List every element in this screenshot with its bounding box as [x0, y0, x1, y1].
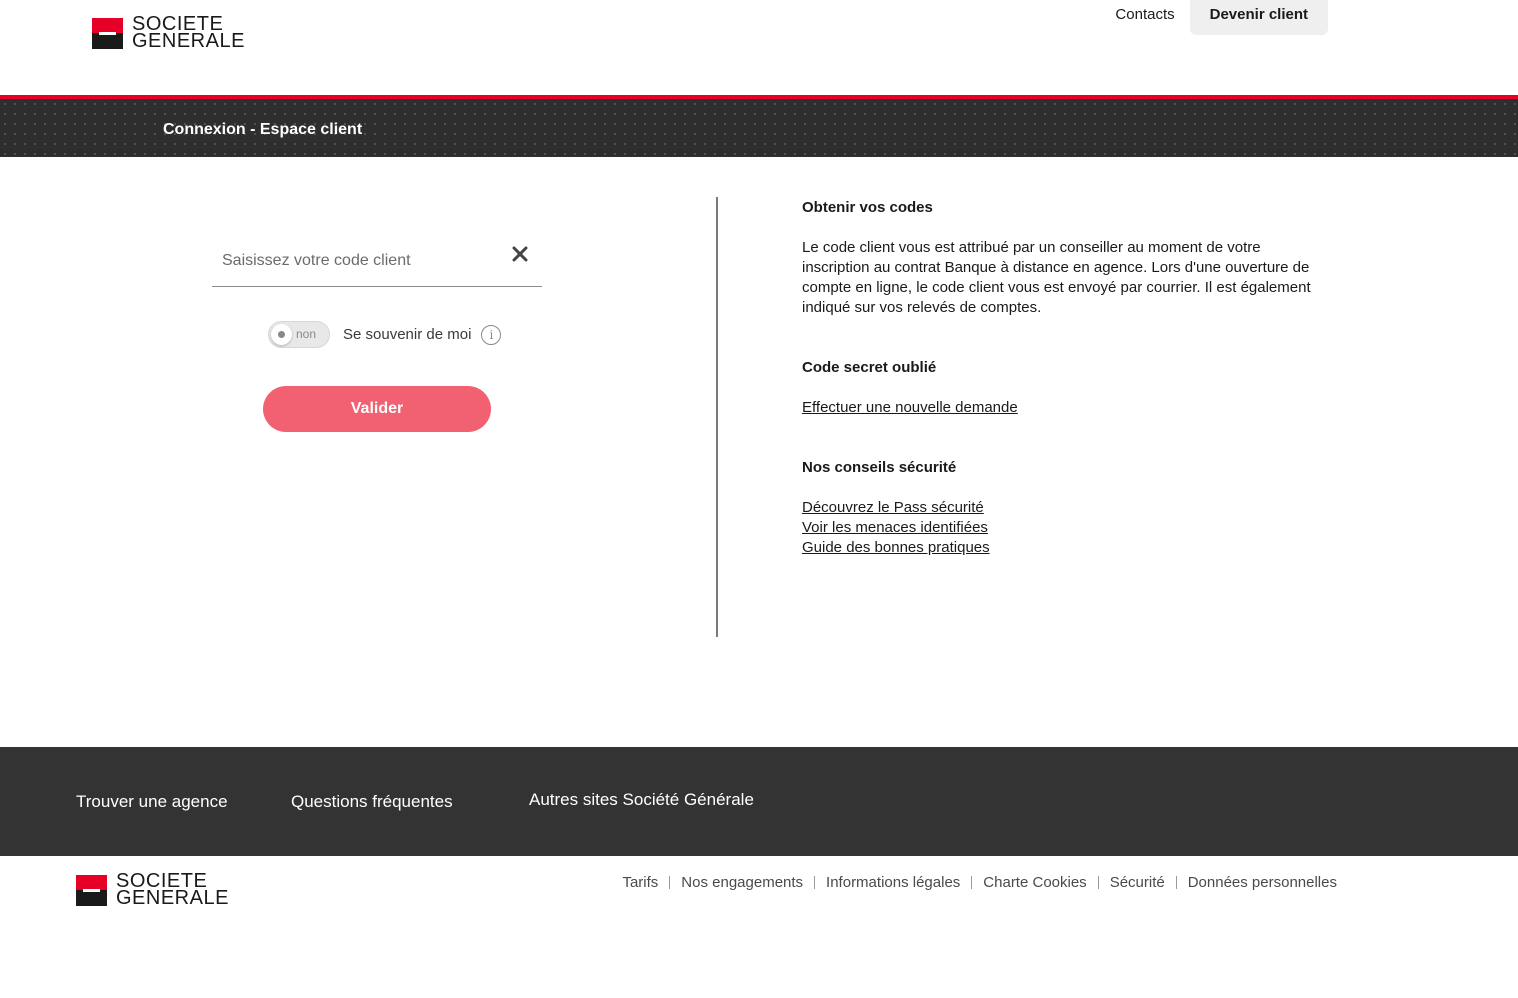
code-client-input[interactable] — [212, 236, 502, 286]
remember-me-label: Se souvenir de moi — [343, 326, 472, 343]
menaces-identifiees-link[interactable]: Voir les menaces identifiées — [802, 518, 1322, 538]
contacts-link[interactable]: Contacts — [1100, 0, 1189, 35]
code-secret-section: Code secret oublié Effectuer une nouvell… — [802, 358, 1322, 418]
info-icon[interactable]: i — [481, 324, 502, 345]
clear-icon[interactable] — [512, 246, 528, 262]
footer-logo-mark-icon — [76, 874, 107, 906]
logo-mark-icon — [92, 17, 123, 49]
legal-links: Tarifs Nos engagements Informations léga… — [622, 874, 1337, 891]
trouver-agence-link[interactable]: Trouver une agence — [76, 792, 228, 812]
separator — [1175, 876, 1177, 889]
pass-securite-link[interactable]: Découvrez le Pass sécurité — [802, 498, 1322, 518]
toggle-state-label: non — [296, 327, 317, 341]
top-nav: Contacts Devenir client — [1100, 0, 1328, 35]
remember-me-toggle[interactable]: non — [268, 321, 330, 348]
separator — [814, 876, 816, 889]
site-header: SOCIETE GENERALE Contacts Devenir client — [0, 0, 1518, 95]
societe-generale-logo[interactable]: SOCIETE GENERALE — [92, 14, 245, 52]
securite-link[interactable]: Sécurité — [1110, 874, 1165, 891]
page-banner: Connexion - Espace client — [0, 95, 1518, 157]
obtenir-codes-text: Le code client vous est attribué par un … — [802, 239, 1311, 316]
valider-button[interactable]: Valider — [263, 386, 491, 432]
separator — [1097, 876, 1099, 889]
code-secret-title: Code secret oublié — [802, 359, 937, 376]
footer-logo-wordmark: SOCIETE GENERALE — [116, 871, 229, 909]
obtenir-codes-title: Obtenir vos codes — [802, 199, 933, 216]
bonnes-pratiques-link[interactable]: Guide des bonnes pratiques — [802, 538, 1322, 558]
remember-me-row: non Se souvenir de moi i — [268, 321, 502, 348]
donnees-personnelles-link[interactable]: Données personnelles — [1188, 874, 1337, 891]
autres-sites-link[interactable]: Autres sites Société Générale — [529, 790, 754, 810]
footer-logo-line-2: GENERALE — [116, 887, 229, 909]
separator — [669, 876, 671, 889]
column-divider — [716, 197, 718, 637]
informations-legales-link[interactable]: Informations légales — [826, 874, 960, 891]
info-column: Obtenir vos codes Le code client vous es… — [802, 198, 1322, 598]
logo-wordmark: SOCIETE GENERALE — [132, 14, 245, 52]
nouvelle-demande-link[interactable]: Effectuer une nouvelle demande — [802, 398, 1322, 418]
charte-cookies-link[interactable]: Charte Cookies — [983, 874, 1086, 891]
separator — [971, 876, 973, 889]
conseils-securite-title: Nos conseils sécurité — [802, 459, 957, 476]
conseils-securite-section: Nos conseils sécurité Découvrez le Pass … — [802, 458, 1322, 558]
nos-engagements-link[interactable]: Nos engagements — [681, 874, 803, 891]
page-title: Connexion - Espace client — [163, 121, 363, 138]
devenir-client-button[interactable]: Devenir client — [1189, 0, 1328, 35]
footer-band: Trouver une agence Questions fréquentes … — [0, 747, 1518, 856]
site-footer: SOCIETE GENERALE Tarifs Nos engagements … — [0, 856, 1518, 998]
code-client-field — [212, 236, 542, 287]
toggle-knob — [271, 324, 292, 345]
obtenir-codes-section: Obtenir vos codes Le code client vous es… — [802, 198, 1322, 318]
logo-line-2: GENERALE — [132, 30, 245, 52]
footer-logo[interactable]: SOCIETE GENERALE — [76, 871, 229, 909]
tarifs-link[interactable]: Tarifs — [622, 874, 658, 891]
questions-frequentes-link[interactable]: Questions fréquentes — [291, 792, 453, 812]
